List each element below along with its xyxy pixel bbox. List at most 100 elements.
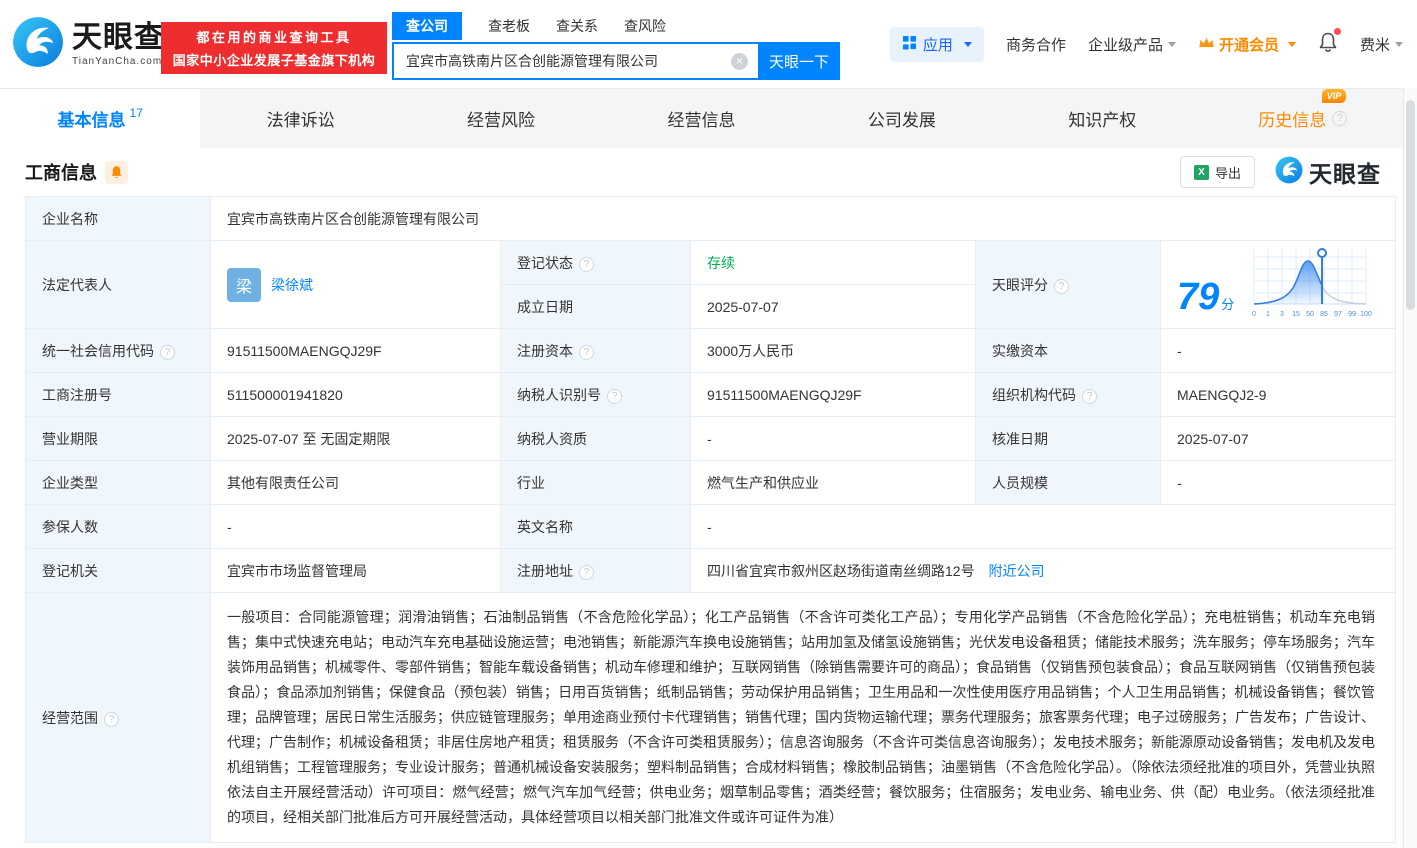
search-tab-boss[interactable]: 查老板 xyxy=(488,12,530,40)
vertical-scrollbar[interactable] xyxy=(1403,88,1417,848)
registration-authority-label: 登记机关 xyxy=(26,549,211,593)
search-button[interactable]: 天眼一下 xyxy=(758,42,840,80)
brand-domain: TianYanCha.com xyxy=(72,57,165,67)
registered-address-value: 四川省宜宾市叙州区赵场街道南丝绸路12号 xyxy=(707,563,975,579)
monitor-bell-icon[interactable] xyxy=(105,161,128,184)
score-value: 79 xyxy=(1177,278,1219,316)
tianyancha-watermark: 天眼查 xyxy=(1275,155,1381,189)
table-row: 经营范围? 一般项目：合同能源管理；润滑油销售；石油制品销售（不含危险化学品）；… xyxy=(26,593,1396,843)
table-row: 登记机关 宜宾市市场监督管理局 注册地址? 四川省宜宾市叙州区赵场街道南丝绸路1… xyxy=(26,549,1396,593)
reg-status-value: 存续 xyxy=(691,241,976,285)
brand-slogan-banner: 都在用的商业查询工具 国家中小企业发展子基金旗下机构 xyxy=(161,22,387,74)
approval-date-value: 2025-07-07 xyxy=(1161,417,1396,461)
nearby-companies-link[interactable]: 附近公司 xyxy=(988,563,1044,579)
score-distribution-chart[interactable]: 0 1 3 15 50 85 97 99 100 xyxy=(1246,245,1372,324)
staff-size-label: 人员规模 xyxy=(976,461,1161,505)
registration-number-label: 工商注册号 xyxy=(26,373,211,417)
score-tick: 1 xyxy=(1266,311,1270,318)
search-area: 查公司 查老板 查关系 查风险 × 天眼一下 xyxy=(392,12,840,80)
scrollbar-thumb[interactable] xyxy=(1406,100,1415,310)
taxpayer-qualification-value: - xyxy=(691,417,976,461)
crown-icon xyxy=(1198,36,1215,53)
score-label: 天眼评分? xyxy=(976,241,1161,329)
help-icon[interactable]: ? xyxy=(1054,279,1069,294)
business-scope-value: 一般项目：合同能源管理；润滑油销售；石油制品销售（不含危险化学品）；化工产品销售… xyxy=(211,593,1396,843)
reg-status-label: 登记状态? xyxy=(501,241,691,285)
legal-rep-label: 法定代表人 xyxy=(26,241,211,329)
tab-history-info[interactable]: 历史信息 VIP ? xyxy=(1203,89,1403,148)
insured-count-value: - xyxy=(211,505,501,549)
registration-authority-value: 宜宾市市场监督管理局 xyxy=(211,549,501,593)
tianyancha-logo[interactable]: 天眼查 TianYanCha.com xyxy=(12,16,165,73)
nav-business-cooperation[interactable]: 商务合作 xyxy=(1006,34,1066,55)
company-type-label: 企业类型 xyxy=(26,461,211,505)
search-tab-risk[interactable]: 查风险 xyxy=(624,12,666,40)
search-tab-company[interactable]: 查公司 xyxy=(392,12,462,40)
table-row: 企业类型 其他有限责任公司 行业 燃气生产和供应业 人员规模 - xyxy=(26,461,1396,505)
approval-date-label: 核准日期 xyxy=(976,417,1161,461)
taxpayer-id-label: 纳税人识别号? xyxy=(501,373,691,417)
help-icon[interactable]: ? xyxy=(1082,389,1097,404)
business-term-label: 营业期限 xyxy=(26,417,211,461)
score-tick: 50 xyxy=(1306,311,1314,318)
help-icon[interactable]: ? xyxy=(579,257,594,272)
help-icon[interactable]: ? xyxy=(579,345,594,360)
tab-operation-risk[interactable]: 经营风险 xyxy=(401,89,601,148)
table-row: 营业期限 2025-07-07 至 无固定期限 纳税人资质 - 核准日期 202… xyxy=(26,417,1396,461)
tianyancha-company-page: 天眼查 TianYanCha.com 都在用的商业查询工具 国家中小企业发展子基… xyxy=(0,0,1417,848)
brand-name: 天眼查 xyxy=(72,23,165,53)
search-input[interactable] xyxy=(392,42,758,80)
business-info-table: 企业名称 宜宾市高铁南片区合创能源管理有限公司 法定代表人 梁 梁徐斌 登记状态… xyxy=(25,196,1396,843)
score-cell: 79 分 xyxy=(1161,241,1396,329)
business-info-section-header: 工商信息 X 导出 天眼查 xyxy=(0,148,1403,196)
table-row: 参保人数 - 英文名称 - xyxy=(26,505,1396,549)
english-name-value: - xyxy=(691,505,1396,549)
search-tab-relation[interactable]: 查关系 xyxy=(556,12,598,40)
user-menu[interactable]: 费米 xyxy=(1360,34,1403,55)
score-tick: 3 xyxy=(1280,311,1284,318)
top-header: 天眼查 TianYanCha.com 都在用的商业查询工具 国家中小企业发展子基… xyxy=(0,0,1417,88)
tab-operation-info[interactable]: 经营信息 xyxy=(601,89,801,148)
company-nav-tabs: 基本信息 17 法律诉讼 经营风险 经营信息 公司发展 知识产权 历史信息 VI… xyxy=(0,88,1403,148)
score-tick: 0 xyxy=(1252,311,1256,318)
notification-bell-icon[interactable] xyxy=(1318,31,1338,58)
help-icon[interactable]: ? xyxy=(607,389,622,404)
industry-value: 燃气生产和供应业 xyxy=(691,461,976,505)
taxpayer-id-value: 91511500MAENGQJ29F xyxy=(691,373,976,417)
nav-enterprise-products[interactable]: 企业级产品 xyxy=(1088,34,1176,55)
help-icon[interactable]: ? xyxy=(1332,111,1347,126)
legal-rep-link[interactable]: 梁徐斌 xyxy=(271,275,313,295)
clear-search-icon[interactable]: × xyxy=(731,53,748,70)
help-icon[interactable]: ? xyxy=(160,345,175,360)
table-row: 企业名称 宜宾市高铁南片区合创能源管理有限公司 xyxy=(26,197,1396,241)
registered-capital-label: 注册资本? xyxy=(501,329,691,373)
chevron-down-icon xyxy=(1395,42,1403,47)
export-button[interactable]: X 导出 xyxy=(1180,156,1255,188)
registered-capital-value: 3000万人民币 xyxy=(691,329,976,373)
vip-badge: VIP xyxy=(1322,89,1347,103)
tianyancha-logo-icon xyxy=(12,16,64,73)
company-name-label: 企业名称 xyxy=(26,197,211,241)
help-icon[interactable]: ? xyxy=(104,712,119,727)
credit-code-label: 统一社会信用代码? xyxy=(26,329,211,373)
org-code-label: 组织机构代码? xyxy=(976,373,1161,417)
header-nav: 应用 商务合作 企业级产品 开通会员 xyxy=(890,0,1403,88)
tab-legal-litigation[interactable]: 法律诉讼 xyxy=(200,89,400,148)
apps-menu[interactable]: 应用 xyxy=(890,27,984,62)
tab-intellectual-property[interactable]: 知识产权 xyxy=(1002,89,1202,148)
nav-open-vip[interactable]: 开通会员 xyxy=(1198,34,1296,55)
help-icon[interactable]: ? xyxy=(579,565,594,580)
search-tabs: 查公司 查老板 查关系 查风险 xyxy=(392,12,840,40)
username: 费米 xyxy=(1360,34,1390,55)
table-row: 工商注册号 511500001941820 纳税人识别号? 91511500MA… xyxy=(26,373,1396,417)
score-tick: 97 xyxy=(1334,311,1342,318)
tab-basic-info[interactable]: 基本信息 17 xyxy=(0,89,200,148)
score-tick: 100 xyxy=(1360,311,1372,318)
avatar[interactable]: 梁 xyxy=(227,268,261,302)
org-code-value: MAENGQJ2-9 xyxy=(1161,373,1396,417)
tab-company-development[interactable]: 公司发展 xyxy=(802,89,1002,148)
paid-capital-value: - xyxy=(1161,329,1396,373)
taxpayer-qualification-label: 纳税人资质 xyxy=(501,417,691,461)
insured-count-label: 参保人数 xyxy=(26,505,211,549)
score-tick: 85 xyxy=(1320,311,1328,318)
